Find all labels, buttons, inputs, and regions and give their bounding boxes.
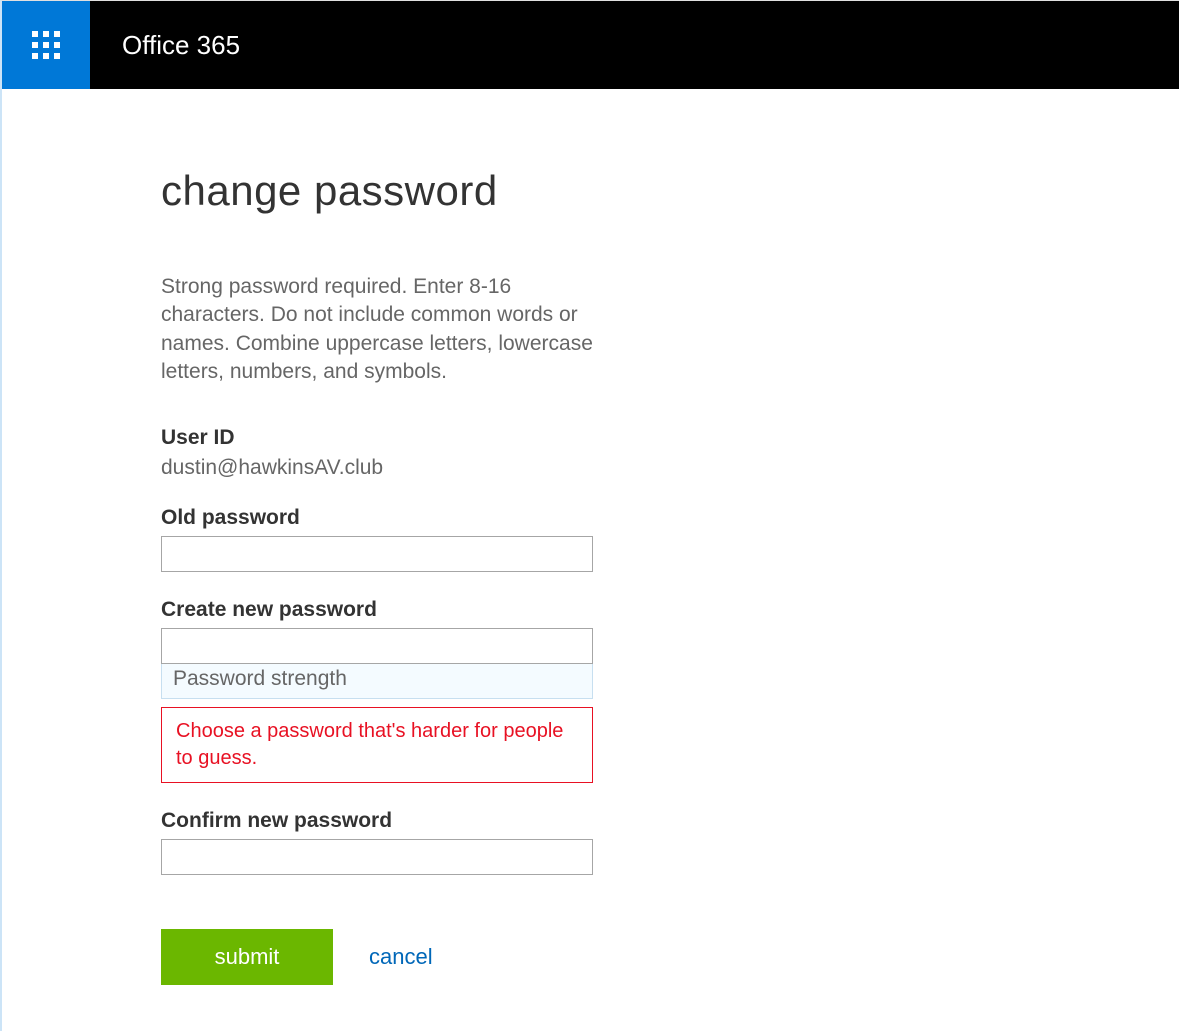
confirm-password-input[interactable] <box>161 839 593 875</box>
old-password-input[interactable] <box>161 536 593 572</box>
submit-button[interactable]: submit <box>161 929 333 985</box>
password-strength-indicator: Password strength <box>161 663 593 699</box>
user-id-label: User ID <box>161 426 602 450</box>
waffle-icon <box>32 31 60 59</box>
cancel-link[interactable]: cancel <box>369 944 433 970</box>
password-instructions: Strong password required. Enter 8-16 cha… <box>161 273 602 386</box>
brand-label: Office 365 <box>122 30 240 61</box>
new-password-input[interactable] <box>161 628 593 664</box>
top-navigation-bar: Office 365 <box>2 1 1179 89</box>
confirm-password-label: Confirm new password <box>161 809 602 833</box>
page-title: change password <box>161 167 602 215</box>
user-id-block: User ID dustin@hawkinsAV.club <box>161 426 602 480</box>
new-password-label: Create new password <box>161 598 602 622</box>
app-launcher-button[interactable] <box>2 1 90 89</box>
password-error-message: Choose a password that's harder for peop… <box>161 707 593 783</box>
confirm-password-block: Confirm new password <box>161 809 602 875</box>
old-password-label: Old password <box>161 506 602 530</box>
new-password-block: Create new password Password strength Ch… <box>161 598 602 783</box>
old-password-block: Old password <box>161 506 602 572</box>
user-id-value: dustin@hawkinsAV.club <box>161 456 383 479</box>
main-content: change password Strong password required… <box>2 89 602 985</box>
form-actions: submit cancel <box>161 929 602 985</box>
